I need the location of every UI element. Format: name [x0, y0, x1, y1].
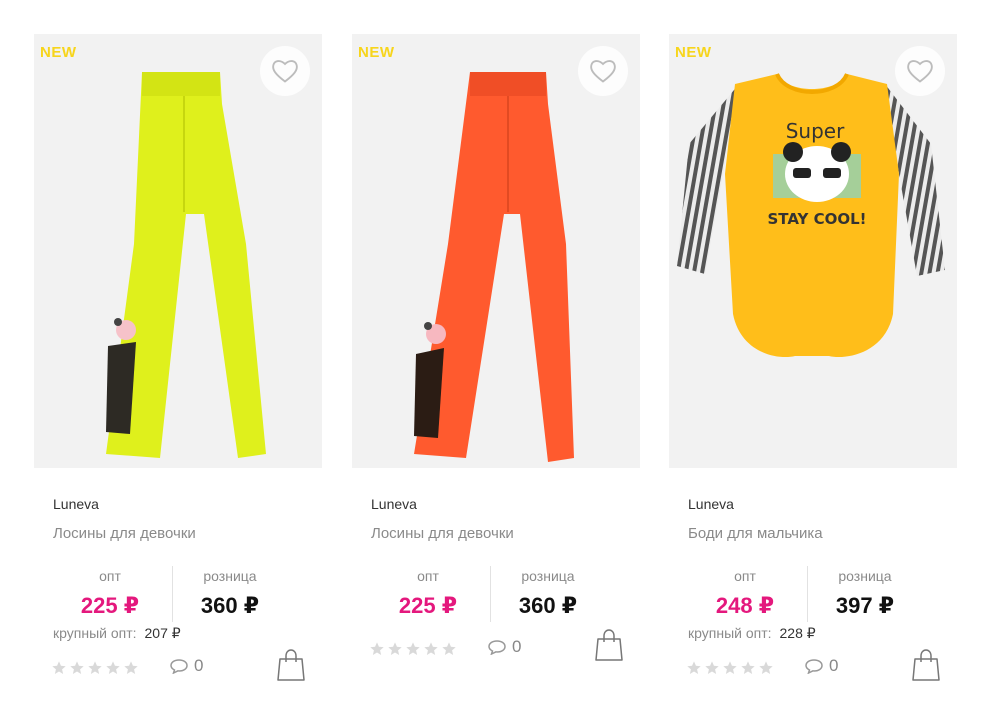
star-icon[interactable] — [87, 660, 103, 676]
opt-label: опт — [734, 568, 756, 584]
product-card[interactable]: Super STAY COOL! NEW Luneva Боди для мал… — [669, 34, 957, 708]
comments-link[interactable]: 0 — [488, 637, 521, 657]
retail-label: розница — [838, 568, 892, 584]
leggings-image — [106, 72, 266, 458]
opt-price-block: опт 248 ₽ — [685, 568, 805, 619]
star-icon[interactable] — [69, 660, 85, 676]
add-to-cart-button[interactable] — [911, 648, 941, 682]
product-image[interactable]: Super STAY COOL! NEW — [669, 34, 957, 468]
add-to-cart-button[interactable] — [276, 648, 306, 682]
favorite-button[interactable] — [895, 46, 945, 96]
comments-count: 0 — [512, 637, 522, 656]
product-brand[interactable]: Luneva — [371, 496, 417, 512]
product-card[interactable]: NEW Luneva Лосины для девочки опт 225 ₽ … — [34, 34, 322, 708]
retail-price: 397 ₽ — [835, 593, 895, 618]
star-icon[interactable] — [423, 641, 439, 657]
heart-icon — [272, 60, 298, 83]
bulk-price: крупный опт: 228 ₽ — [688, 625, 816, 642]
bulk-label: крупный опт: — [53, 625, 137, 641]
retail-price: 360 ₽ — [200, 593, 260, 618]
heart-icon — [907, 60, 933, 83]
favorite-button[interactable] — [260, 46, 310, 96]
retail-price: 360 ₽ — [518, 593, 578, 618]
product-image[interactable]: NEW — [352, 34, 640, 468]
product-brand[interactable]: Luneva — [688, 496, 734, 512]
star-icon[interactable] — [405, 641, 421, 657]
star-icon[interactable] — [51, 660, 67, 676]
bulk-price: крупный опт: 207 ₽ — [53, 625, 181, 642]
shopping-bag-icon — [595, 629, 623, 661]
bulk-label: крупный опт: — [688, 625, 772, 641]
retail-label: розница — [203, 568, 257, 584]
opt-label: опт — [99, 568, 121, 584]
comment-icon — [805, 658, 823, 674]
retail-price-block: розница 397 ₽ — [805, 568, 925, 619]
star-icon[interactable] — [387, 641, 403, 657]
star-icon[interactable] — [369, 641, 385, 657]
product-title[interactable]: Лосины для девочки — [371, 525, 514, 542]
star-icon[interactable] — [105, 660, 121, 676]
heart-icon — [590, 60, 616, 83]
star-icon[interactable] — [740, 660, 756, 676]
opt-price: 225 ₽ — [80, 593, 140, 618]
comments-count: 0 — [194, 656, 204, 675]
star-icon[interactable] — [704, 660, 720, 676]
opt-price: 225 ₽ — [398, 593, 458, 618]
star-icon[interactable] — [686, 660, 702, 676]
product-title[interactable]: Лосины для девочки — [53, 525, 196, 542]
shopping-bag-icon — [277, 649, 305, 681]
add-to-cart-button[interactable] — [594, 628, 624, 662]
bodysuit-image: Super STAY COOL! — [677, 73, 945, 358]
product-image[interactable]: NEW — [34, 34, 322, 468]
star-icon[interactable] — [441, 641, 457, 657]
star-icon[interactable] — [758, 660, 774, 676]
retail-label: розница — [521, 568, 575, 584]
print-text-top: Super — [786, 119, 845, 143]
comments-count: 0 — [829, 656, 839, 675]
rating-stars[interactable] — [51, 660, 141, 678]
new-badge: NEW — [675, 44, 712, 61]
comment-icon — [170, 658, 188, 674]
product-card[interactable]: NEW Luneva Лосины для девочки опт 225 ₽ … — [352, 34, 640, 708]
product-brand[interactable]: Luneva — [53, 496, 99, 512]
opt-price-block: опт 225 ₽ — [50, 568, 170, 619]
retail-price-block: розница 360 ₽ — [488, 568, 608, 619]
comments-link[interactable]: 0 — [805, 656, 838, 676]
opt-label: опт — [417, 568, 439, 584]
comments-link[interactable]: 0 — [170, 656, 203, 676]
favorite-button[interactable] — [578, 46, 628, 96]
new-badge: NEW — [358, 44, 395, 61]
product-title[interactable]: Боди для мальчика — [688, 525, 823, 542]
comment-icon — [488, 639, 506, 655]
bulk-value: 228 ₽ — [779, 625, 816, 641]
star-icon[interactable] — [722, 660, 738, 676]
print-text-bottom: STAY COOL! — [767, 210, 866, 228]
rating-stars[interactable] — [686, 660, 776, 678]
bulk-value: 207 ₽ — [144, 625, 181, 641]
retail-price-block: розница 360 ₽ — [170, 568, 290, 619]
opt-price: 248 ₽ — [715, 593, 775, 618]
rating-stars[interactable] — [369, 641, 459, 659]
star-icon[interactable] — [123, 660, 139, 676]
new-badge: NEW — [40, 44, 77, 61]
leggings-image — [414, 72, 574, 462]
shopping-bag-icon — [912, 649, 940, 681]
opt-price-block: опт 225 ₽ — [368, 568, 488, 619]
